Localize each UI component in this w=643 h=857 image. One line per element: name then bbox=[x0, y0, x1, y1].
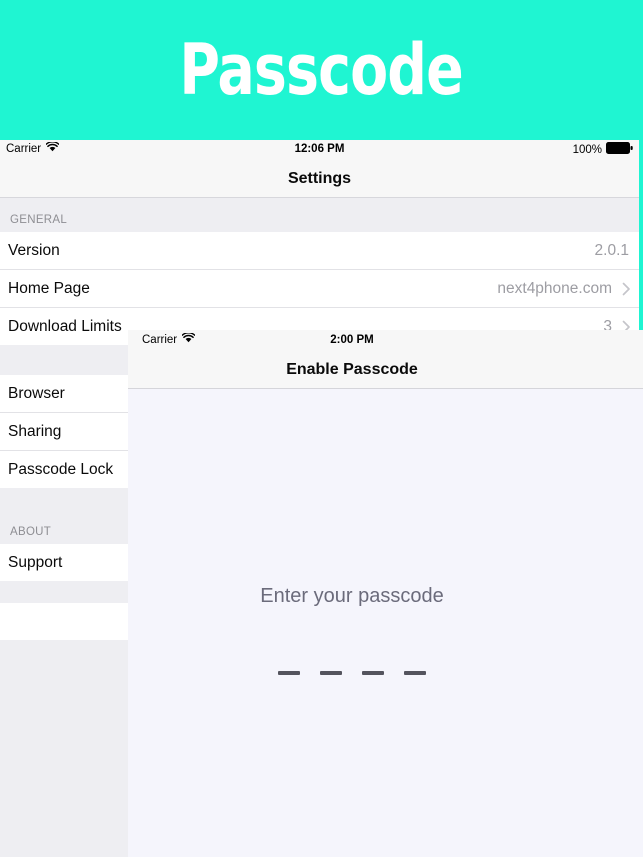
row-label: Version bbox=[8, 241, 60, 259]
passcode-slot[interactable] bbox=[278, 671, 300, 675]
passcode-slot[interactable] bbox=[362, 671, 384, 675]
passcode-status-bar-time: 2:00 PM bbox=[330, 334, 374, 346]
settings-nav-bar: Settings bbox=[0, 160, 639, 198]
passcode-body: Enter your passcode bbox=[128, 389, 643, 857]
section-header-general: GENERAL bbox=[0, 198, 639, 232]
settings-row-home-page[interactable]: Home Page next4phone.com bbox=[0, 269, 639, 307]
passcode-status-bar: Carrier 2:00 PM bbox=[128, 330, 643, 351]
passcode-entry-field[interactable] bbox=[128, 671, 576, 675]
chevron-right-icon bbox=[622, 282, 631, 296]
accent-strip bbox=[639, 140, 643, 345]
passcode-title: Enable Passcode bbox=[286, 360, 418, 378]
settings-status-bar: Carrier 12:06 PM 100% bbox=[0, 140, 639, 160]
battery-full-icon bbox=[606, 142, 633, 157]
app-banner: Passcode bbox=[0, 0, 643, 140]
row-value: next4phone.com bbox=[497, 279, 612, 297]
passcode-nav-bar: Enable Passcode bbox=[128, 351, 643, 389]
status-bar-right: 100% bbox=[573, 142, 633, 157]
status-bar-time: 12:06 PM bbox=[294, 143, 345, 155]
app-title: Passcode bbox=[179, 29, 464, 111]
enable-passcode-panel: Carrier 2:00 PM Enable Passcode Enter yo… bbox=[128, 330, 643, 857]
settings-row-version[interactable]: Version 2.0.1 bbox=[0, 232, 639, 269]
passcode-prompt: Enter your passcode bbox=[260, 585, 444, 607]
battery-percent-label: 100% bbox=[572, 143, 602, 156]
passcode-slot[interactable] bbox=[404, 671, 426, 675]
row-label: Home Page bbox=[8, 279, 90, 297]
row-value: 2.0.1 bbox=[594, 241, 629, 259]
settings-title: Settings bbox=[287, 169, 352, 187]
passcode-slot[interactable] bbox=[320, 671, 342, 675]
